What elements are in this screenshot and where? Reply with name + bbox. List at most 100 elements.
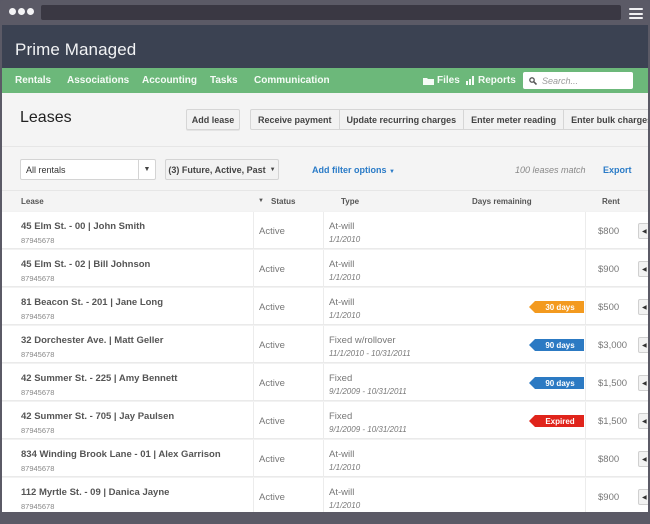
- window-dots-icon[interactable]: [9, 8, 34, 15]
- lease-title[interactable]: 81 Beacon St. - 201 | Jane Long: [21, 297, 163, 308]
- table-row[interactable]: 112 Myrtle St. - 09 | Danica Jayne 87945…: [2, 477, 648, 512]
- column-header-rent[interactable]: Rent: [602, 197, 620, 206]
- browser-chrome: [0, 0, 650, 25]
- app-window: Prime Managed Rentals Associations Accou…: [2, 25, 648, 512]
- nav-item-rentals[interactable]: Rentals: [15, 75, 51, 86]
- lease-title[interactable]: 834 Winding Brook Lane - 01 | Alex Garri…: [21, 449, 221, 460]
- row-action-caret-icon[interactable]: ◀: [638, 337, 648, 353]
- lease-title[interactable]: 42 Summer St. - 225 | Amy Bennett: [21, 373, 177, 384]
- export-link[interactable]: Export: [603, 165, 632, 175]
- column-header-status[interactable]: Status: [271, 197, 295, 206]
- lease-dates: 9/1/2009 - 10/31/2011: [329, 387, 407, 396]
- nav-item-associations[interactable]: Associations: [67, 75, 129, 86]
- nav-item-communication[interactable]: Communication: [254, 75, 330, 86]
- lease-status: Active: [259, 378, 285, 389]
- folder-icon: [423, 77, 434, 85]
- rentals-select[interactable]: All rentals ▼: [20, 159, 156, 180]
- add-lease-button[interactable]: Add lease: [186, 109, 240, 130]
- table-row[interactable]: 45 Elm St. - 02 | Bill Johnson 87945678 …: [2, 249, 648, 287]
- main-nav: Rentals Associations Accounting Tasks Co…: [2, 68, 648, 93]
- row-action-caret-icon[interactable]: ◀: [638, 375, 648, 391]
- lease-actions-group: Receive payment Update recurring charges…: [250, 109, 648, 130]
- lease-type: At-will: [329, 221, 355, 232]
- table-row[interactable]: 81 Beacon St. - 201 | Jane Long 87945678…: [2, 287, 648, 325]
- lease-id: 87945678: [21, 464, 55, 473]
- lease-type: Fixed: [329, 373, 353, 384]
- hamburger-menu-icon[interactable]: [629, 8, 643, 19]
- nav-reports-label: Reports: [478, 75, 516, 86]
- lease-title[interactable]: 45 Elm St. - 00 | John Smith: [21, 221, 145, 232]
- nav-item-accounting[interactable]: Accounting: [142, 75, 197, 86]
- lease-title[interactable]: 32 Dorchester Ave. | Matt Geller: [21, 335, 163, 346]
- lease-status: Active: [259, 226, 285, 237]
- rent-amount: $3,000: [598, 340, 628, 351]
- lease-cell: 42 Summer St. - 225 | Amy Bennett 879456…: [2, 364, 254, 400]
- status-cell: Active: [254, 402, 324, 438]
- search-icon: [529, 76, 537, 85]
- lease-title[interactable]: 112 Myrtle St. - 09 | Danica Jayne: [21, 487, 169, 498]
- rent-amount: $800: [598, 226, 620, 237]
- rent-amount: $1,500: [598, 378, 628, 389]
- app-brand[interactable]: Prime Managed: [15, 40, 136, 60]
- days-remaining-badge: 30 days: [529, 301, 584, 313]
- lease-id: 87945678: [21, 312, 55, 321]
- status-cell: Active: [254, 478, 324, 512]
- chevron-down-icon[interactable]: ▼: [138, 160, 155, 179]
- table-row[interactable]: 32 Dorchester Ave. | Matt Geller 8794567…: [2, 325, 648, 363]
- status-cell: Active: [254, 212, 324, 248]
- status-cell: Active: [254, 440, 324, 476]
- row-action-caret-icon[interactable]: ◀: [638, 223, 648, 239]
- column-header-type[interactable]: Type: [341, 197, 359, 206]
- nav-files[interactable]: Files: [423, 75, 460, 86]
- address-bar[interactable]: [41, 5, 621, 20]
- table-row[interactable]: 834 Winding Brook Lane - 01 | Alex Garri…: [2, 439, 648, 477]
- nav-files-label: Files: [437, 75, 460, 86]
- table-row[interactable]: 42 Summer St. - 705 | Jay Paulsen 879456…: [2, 401, 648, 439]
- lease-status: Active: [259, 492, 285, 503]
- status-cell: Active: [254, 326, 324, 362]
- add-filter-options-link[interactable]: Add filter options ▼: [312, 165, 395, 175]
- lease-dates: 11/1/2010 - 10/31/2011: [329, 349, 411, 358]
- lease-cell: 834 Winding Brook Lane - 01 | Alex Garri…: [2, 440, 254, 476]
- enter-meter-reading-button[interactable]: Enter meter reading: [464, 110, 565, 129]
- rent-amount: $900: [598, 264, 620, 275]
- lease-dates: 1/1/2010: [329, 273, 361, 282]
- lease-cell: 81 Beacon St. - 201 | Jane Long 87945678: [2, 288, 254, 324]
- nav-reports[interactable]: Reports: [466, 75, 516, 86]
- row-action-caret-icon[interactable]: ◀: [638, 451, 648, 467]
- row-action-caret-icon[interactable]: ◀: [638, 261, 648, 277]
- receive-payment-button[interactable]: Receive payment: [251, 110, 340, 129]
- nav-item-tasks[interactable]: Tasks: [210, 75, 238, 86]
- lease-title[interactable]: 45 Elm St. - 02 | Bill Johnson: [21, 259, 150, 270]
- lease-type: Fixed: [329, 411, 353, 422]
- row-action-caret-icon[interactable]: ◀: [638, 299, 648, 315]
- column-header-lease[interactable]: Lease: [21, 197, 44, 206]
- search-input[interactable]: [542, 75, 622, 86]
- status-cell: Active: [254, 288, 324, 324]
- leases-table-body: 45 Elm St. - 00 | John Smith 87945678 Ac…: [2, 211, 648, 512]
- search-box[interactable]: [523, 72, 633, 89]
- lease-type: At-will: [329, 449, 355, 460]
- sort-desc-icon[interactable]: ▼: [258, 198, 264, 204]
- lease-cell: 32 Dorchester Ave. | Matt Geller 8794567…: [2, 326, 254, 362]
- lease-dates: 9/1/2009 - 10/31/2011: [329, 425, 407, 434]
- lease-status: Active: [259, 454, 285, 465]
- lease-type: At-will: [329, 259, 355, 270]
- lease-id: 87945678: [21, 274, 55, 283]
- table-row[interactable]: 45 Elm St. - 00 | John Smith 87945678 Ac…: [2, 211, 648, 249]
- page-title: Leases: [20, 109, 72, 126]
- update-recurring-charges-button[interactable]: Update recurring charges: [340, 110, 465, 129]
- lease-status: Active: [259, 264, 285, 275]
- chevron-down-icon: ▼: [269, 166, 276, 173]
- column-header-days-remaining[interactable]: Days remaining: [472, 197, 532, 206]
- lease-title[interactable]: 42 Summer St. - 705 | Jay Paulsen: [21, 411, 174, 422]
- enter-bulk-charges-button[interactable]: Enter bulk charges: [564, 110, 648, 129]
- table-row[interactable]: 42 Summer St. - 225 | Amy Bennett 879456…: [2, 363, 648, 401]
- row-action-caret-icon[interactable]: ◀: [638, 413, 648, 429]
- browser-window: Prime Managed Rentals Associations Accou…: [0, 0, 650, 524]
- lease-cell: 45 Elm St. - 00 | John Smith 87945678: [2, 212, 254, 248]
- match-count: 100 leases match: [515, 165, 586, 175]
- lease-status: Active: [259, 302, 285, 313]
- row-action-caret-icon[interactable]: ◀: [638, 489, 648, 505]
- status-filter-dropdown[interactable]: (3) Future, Active, Past ▼: [165, 159, 279, 180]
